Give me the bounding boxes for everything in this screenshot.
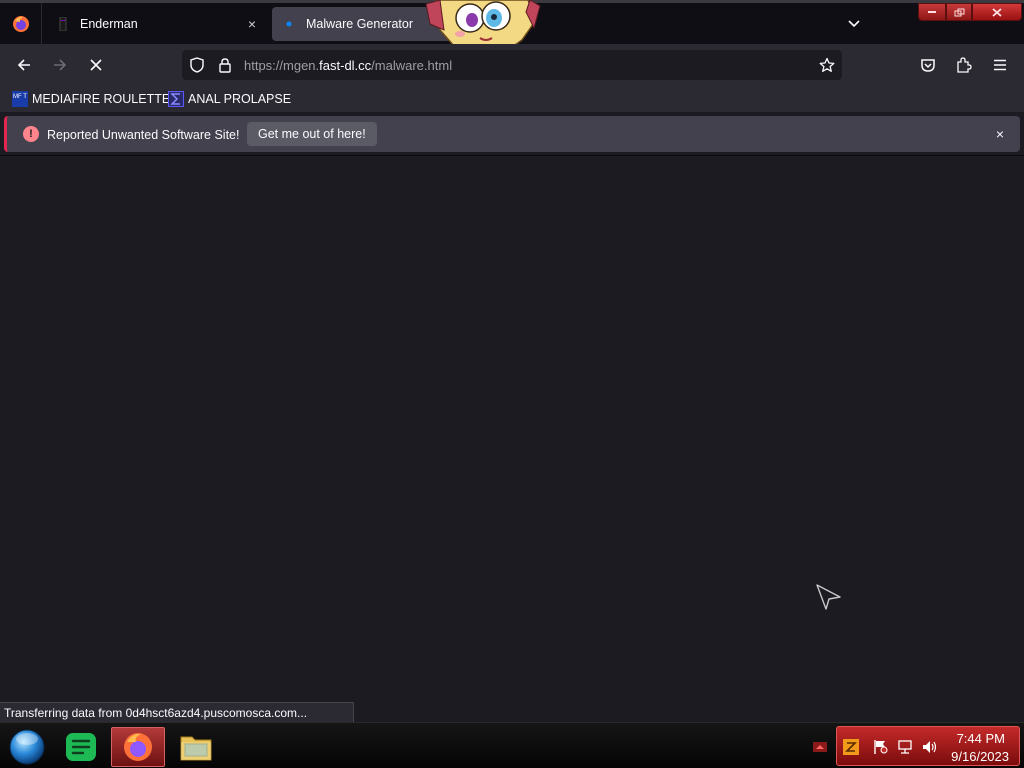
- firefox-view-button[interactable]: [0, 3, 42, 44]
- loading-dot-icon: [282, 17, 296, 31]
- mediafire-favicon-icon: MF T: [12, 91, 28, 107]
- bookmark-label: MEDIAFIRE ROULETTER: [32, 92, 180, 106]
- sigma-favicon-icon: [168, 91, 184, 107]
- clock-time[interactable]: 7:44 PM: [957, 731, 1005, 746]
- clock-date[interactable]: 9/16/2023: [951, 749, 1009, 764]
- forward-button[interactable]: [46, 52, 74, 78]
- taskbar-notes-app[interactable]: [54, 727, 108, 767]
- tab-enderman[interactable]: Enderman ×: [46, 7, 268, 41]
- navigation-toolbar: https://mgen.fast-dl.cc/malware.html: [0, 44, 1024, 86]
- bookmark-star-icon[interactable]: [818, 56, 836, 74]
- warning-message: Reported Unwanted Software Site!: [47, 128, 240, 142]
- system-tray: 7:44 PM 9/16/2023: [836, 726, 1020, 766]
- extensions-button[interactable]: [950, 52, 978, 78]
- firefox-icon: [12, 15, 29, 32]
- status-panel: Transferring data from 0d4hsct6azd4.pusc…: [0, 702, 354, 722]
- tray-app-icon[interactable]: [843, 739, 859, 755]
- action-center-flag-icon[interactable]: [873, 739, 889, 755]
- menu-button[interactable]: [986, 52, 1014, 78]
- url-host: fast-dl.cc: [319, 58, 372, 73]
- firefox-icon: [124, 733, 152, 761]
- folder-icon: [180, 736, 212, 761]
- enderman-favicon-icon: [56, 17, 70, 31]
- restore-button[interactable]: [946, 3, 972, 21]
- list-all-tabs-button[interactable]: [842, 13, 866, 35]
- bookmark-label: ANAL PROLAPSE: [188, 92, 292, 106]
- stop-loading-button[interactable]: [82, 52, 110, 78]
- get-me-out-button[interactable]: Get me out of here!: [247, 122, 377, 146]
- mediafire-favicon-text: MF T: [13, 94, 27, 100]
- url-text[interactable]: https://mgen.fast-dl.cc/malware.html: [244, 58, 452, 73]
- network-icon[interactable]: [897, 739, 913, 755]
- tab-close-icon[interactable]: ×: [244, 16, 260, 32]
- bookmarks-toolbar: MF T MEDIAFIRE ROULETTER ANAL PROLAPSE: [0, 86, 1024, 112]
- pocket-button[interactable]: [914, 52, 942, 78]
- tray-arrow-icon: [813, 742, 827, 752]
- restore-icon: [954, 8, 964, 16]
- url-path: /malware.html: [371, 58, 453, 73]
- page-content-area[interactable]: [0, 156, 1024, 722]
- bookmark-mediafire-rouletter[interactable]: MF T MEDIAFIRE ROULETTER: [12, 89, 179, 109]
- mouse-pointer-icon: [814, 582, 844, 612]
- taskbar-file-explorer[interactable]: [169, 727, 223, 767]
- close-notification-icon[interactable]: ×: [992, 126, 1008, 142]
- green-notes-icon: [66, 733, 96, 761]
- show-hidden-icons-button[interactable]: [812, 741, 828, 753]
- taskbar: 7:44 PM 9/16/2023: [0, 722, 1024, 768]
- minimize-icon: [928, 11, 936, 13]
- start-orb-icon: [9, 729, 45, 765]
- arrow-left-icon: [17, 59, 30, 71]
- stop-x-icon: [90, 59, 102, 71]
- hamburger-menu-icon: [994, 59, 1006, 71]
- url-prefix: https://mgen.: [244, 58, 320, 73]
- tracking-protection-shield-icon[interactable]: [188, 56, 206, 74]
- puzzle-piece-icon: [957, 57, 972, 73]
- minimize-button[interactable]: [918, 3, 946, 21]
- arrow-right-icon: [54, 59, 67, 71]
- close-window-button[interactable]: [972, 3, 1022, 21]
- tab-title: Malware Generator: [306, 17, 413, 31]
- bookmark-anal-prolapse[interactable]: ANAL PROLAPSE: [168, 89, 291, 109]
- chevron-down-icon: [848, 20, 860, 28]
- lock-icon[interactable]: [216, 56, 234, 74]
- tab-title: Enderman: [80, 17, 138, 31]
- start-button[interactable]: [0, 727, 54, 767]
- volume-icon[interactable]: [921, 739, 937, 755]
- close-icon: [992, 7, 1002, 17]
- window-controls: [918, 3, 1022, 21]
- warning-exclamation-icon: !: [23, 126, 39, 142]
- pocket-icon: [921, 58, 935, 72]
- taskbar-firefox[interactable]: [111, 727, 165, 767]
- back-button[interactable]: [10, 52, 38, 78]
- unwanted-software-warning-bar: ! Reported Unwanted Software Site! Get m…: [4, 116, 1020, 152]
- url-bar[interactable]: https://mgen.fast-dl.cc/malware.html: [182, 50, 842, 80]
